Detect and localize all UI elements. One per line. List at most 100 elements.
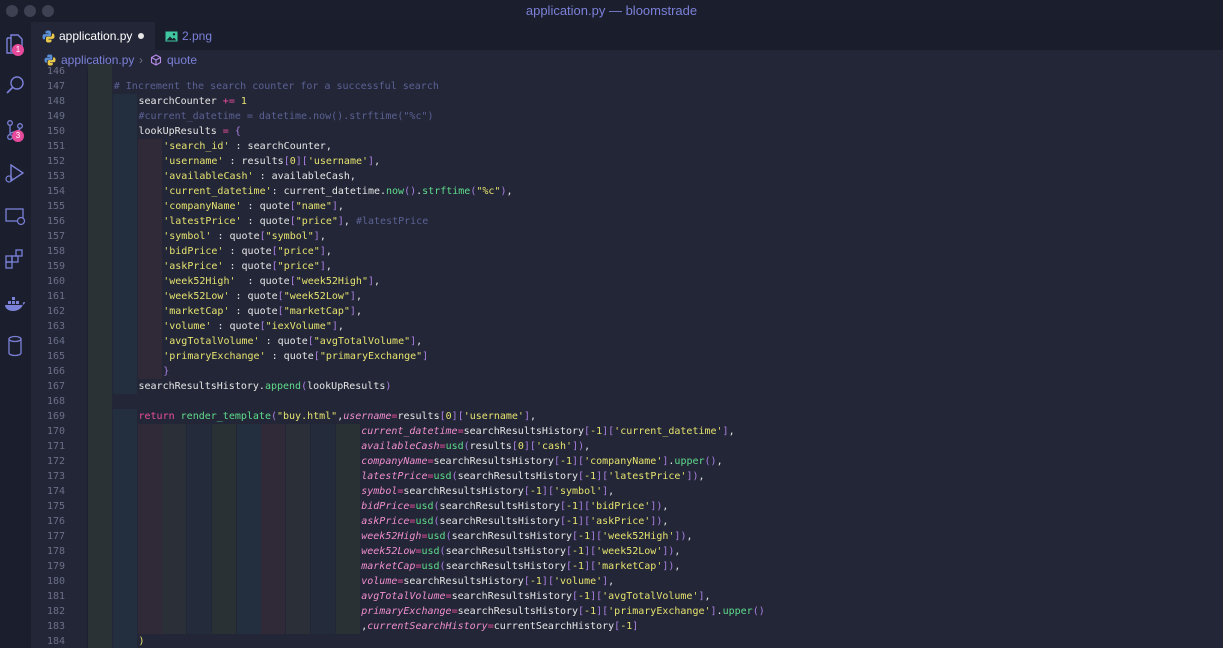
code-line[interactable]: 165 'primaryExchange' : quote["primaryExc… [31, 349, 1223, 364]
code-line[interactable]: 183 ,currentSearchHistory=currentSearchHi… [31, 619, 1223, 634]
code-token: "week52Low" [283, 291, 350, 302]
code-token: return [138, 411, 181, 422]
line-number: 168 [46, 396, 65, 407]
code-token: 'volume' [553, 576, 603, 587]
extensions-icon[interactable] [3, 247, 27, 271]
code-token: # Increment the search counter for a suc… [113, 81, 439, 92]
code-token: : quote [223, 246, 272, 257]
code-line[interactable]: 147 # Increment the search counter for a … [31, 79, 1223, 94]
code-text: 'bidPrice' : quote["price"], [163, 244, 332, 259]
unsaved-dot-icon[interactable] [138, 33, 144, 39]
code-token: week52High [361, 531, 422, 542]
code-line[interactable]: 156 'latestPrice' : quote["price"], #late… [31, 214, 1223, 229]
code-token: searchResultsHistory [439, 516, 560, 527]
code-line[interactable]: 180 volume=searchResultsHistory[-1]['volu… [31, 574, 1223, 589]
code-token: 'companyName' [163, 201, 242, 212]
code-line[interactable]: 149 #current_datetime = datetime.now().st… [31, 109, 1223, 124]
code-text: volume=searchResultsHistory[-1]['volume'… [361, 574, 614, 589]
code-token: "week52High" [295, 276, 368, 287]
explorer-icon[interactable]: 1 [3, 32, 27, 56]
run-debug-icon[interactable] [3, 161, 27, 185]
code-line[interactable]: 164 'avgTotalVolume' : quote["avgTotalVol… [31, 334, 1223, 349]
tab-label: application.py [59, 29, 133, 43]
line-number: 166 [46, 366, 65, 377]
code-line[interactable]: 182 primaryExchange=searchResultsHistory[… [31, 604, 1223, 619]
code-line[interactable]: 169 return render_template("buy.html",use… [31, 409, 1223, 424]
code-token: : quote [211, 321, 260, 332]
code-line[interactable]: 146 [31, 64, 1223, 79]
tab-2-png[interactable]: 2.png [155, 22, 253, 50]
code-line[interactable]: 154 'current_datetime': current_datetime.… [31, 184, 1223, 199]
code-line[interactable]: 176 askPrice=usd(searchResultsHistory[-1]… [31, 514, 1223, 529]
code-line[interactable]: 179 marketCap=usd(searchResultsHistory[-1… [31, 559, 1223, 574]
line-number: 169 [46, 411, 65, 422]
code-token: searchCounter [138, 96, 223, 107]
code-line[interactable]: 162 'marketCap' : quote["marketCap"], [31, 304, 1223, 319]
line-number: 176 [46, 516, 65, 527]
code-token: lookUpResults [138, 126, 223, 137]
code-token: 'availableCash' [163, 171, 254, 182]
code-token: render_template [180, 411, 271, 422]
search-icon[interactable] [3, 74, 27, 98]
line-number: 160 [46, 276, 65, 287]
code-line[interactable]: 161 'week52Low' : quote["week52Low"], [31, 289, 1223, 304]
line-number: 165 [46, 351, 65, 362]
code-line[interactable]: 177 week52High=usd(searchResultsHistory[-… [31, 529, 1223, 544]
code-line[interactable]: 172 companyName=searchResultsHistory[-1][… [31, 454, 1223, 469]
code-line[interactable]: 167 searchResultsHistory.append(lookUpRes… [31, 379, 1223, 394]
code-line[interactable]: 173 latestPrice=usd(searchResultsHistory[… [31, 469, 1223, 484]
code-line[interactable]: 157 'symbol' : quote["symbol"], [31, 229, 1223, 244]
code-token: , [325, 246, 332, 257]
code-line[interactable]: 158 'bidPrice' : quote["price"], [31, 244, 1223, 259]
code-token: 'username' [307, 156, 369, 167]
code-token: searchResultsHistory [403, 486, 524, 497]
code-line[interactable]: 181 avgTotalVolume=searchResultsHistory[-… [31, 589, 1223, 604]
code-text: return render_template("buy.html",userna… [139, 409, 537, 424]
code-line[interactable]: 151 'search_id' : searchCounter, [31, 139, 1223, 154]
code-line[interactable]: 166} [31, 364, 1223, 379]
tab-application-py[interactable]: application.py [31, 22, 155, 50]
code-line[interactable]: 160 'week52High' : quote["week52High"], [31, 274, 1223, 289]
database-icon[interactable] [3, 334, 27, 358]
code-editor[interactable]: 146 147 # Increment the search counter for… [31, 64, 1223, 648]
code-token: -1 [590, 426, 603, 437]
code-token: searchResultsHistory [445, 561, 566, 572]
line-number: 170 [46, 426, 65, 437]
code-line[interactable]: 155 'companyName' : quote["name"], [31, 199, 1223, 214]
code-line[interactable]: 168 [31, 394, 1223, 409]
code-token: "symbol" [265, 231, 314, 242]
docker-icon[interactable] [3, 292, 27, 316]
remote-explorer-icon[interactable] [3, 204, 27, 228]
source-control-icon[interactable]: 3 [3, 118, 27, 142]
line-number: 155 [46, 201, 65, 212]
code-line[interactable]: 178 week52Low=usd(searchResultsHistory[-1… [31, 544, 1223, 559]
code-line[interactable]: 184) [31, 634, 1223, 648]
code-token: : quote [229, 291, 278, 302]
code-token: searchResultsHistory [439, 501, 560, 512]
image-icon [165, 31, 178, 42]
code-line[interactable]: 150 lookUpResults = { [31, 124, 1223, 139]
code-line[interactable]: 171 availableCash=usd(results[0]['cash'])… [31, 439, 1223, 454]
code-line[interactable]: 153 'availableCash' : availableCash, [31, 169, 1223, 184]
code-line[interactable]: 174 symbol=searchResultsHistory[-1]['symb… [31, 484, 1223, 499]
code-token: , [355, 306, 362, 317]
code-token: -1 [584, 471, 597, 482]
code-token: , [584, 441, 591, 452]
code-token: "buy.html" [277, 411, 338, 422]
code-token: , [325, 261, 332, 272]
code-token: ] [632, 621, 639, 632]
source-control-badge: 3 [12, 130, 24, 142]
line-number: 175 [46, 501, 65, 512]
code-token: , [608, 486, 615, 497]
code-token: 'cash' [535, 441, 573, 452]
code-text: avgTotalVolume=searchResultsHistory[-1][… [361, 589, 710, 604]
code-line[interactable]: 148 searchCounter += 1 [31, 94, 1223, 109]
code-token: searchResultsHistory. [138, 381, 265, 392]
code-line[interactable]: 163 'volume' : quote["iexVolume"], [31, 319, 1223, 334]
code-token: "name" [295, 201, 332, 212]
code-line[interactable]: 152 'username' : results[0]['username'], [31, 154, 1223, 169]
code-line[interactable]: 175 bidPrice=usd(searchResultsHistory[-1]… [31, 499, 1223, 514]
code-line[interactable]: 159 'askPrice' : quote["price"], [31, 259, 1223, 274]
code-line[interactable]: 170 current_datetime=searchResultsHistory… [31, 424, 1223, 439]
title-bar: application.py — bloomstrade [0, 0, 1223, 22]
